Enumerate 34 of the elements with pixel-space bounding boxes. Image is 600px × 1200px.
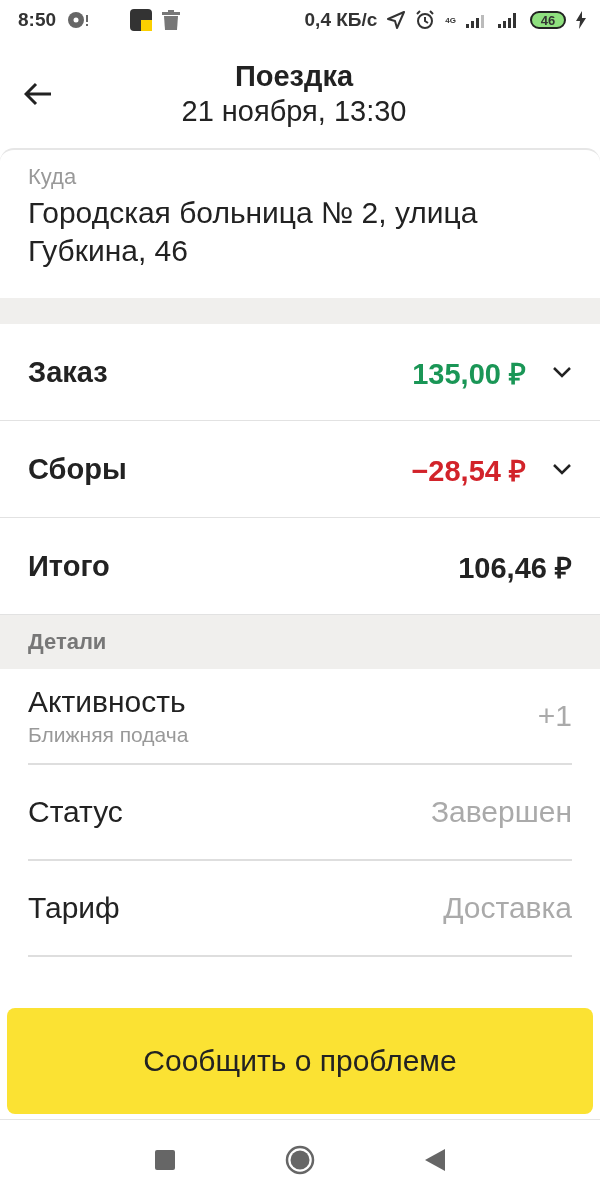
summary-amount: −28,54 ₽ xyxy=(411,453,526,489)
time: 8:50 xyxy=(18,9,57,31)
summary-amount: 135,00 ₽ xyxy=(412,356,526,392)
lightning-icon xyxy=(576,11,586,29)
summary-amount: 106,46 ₽ xyxy=(458,550,572,586)
summary-row[interactable]: Сборы −28,54 ₽ xyxy=(0,421,600,518)
report-problem-button[interactable]: Сообщить о проблеме xyxy=(7,1008,593,1114)
detail-value: Доставка xyxy=(443,891,572,925)
trip-date: 21 ноября, 13:30 xyxy=(181,95,407,128)
section-title: Детали xyxy=(28,629,107,655)
detail-label: Статус xyxy=(28,795,124,829)
network-speed: 0,4 КБ/с xyxy=(304,9,378,31)
page-title: Поездка xyxy=(234,60,354,93)
network-type: 4G xyxy=(445,15,456,25)
trash-icon xyxy=(162,10,181,30)
detail-label: Активность xyxy=(28,685,187,719)
summary-label: Сборы xyxy=(28,452,128,486)
destination-label: Куда xyxy=(28,164,78,190)
back-icon[interactable] xyxy=(425,1149,445,1171)
detail-label: Тариф xyxy=(28,891,121,925)
alarm-icon xyxy=(415,10,436,30)
location-arrow-icon xyxy=(387,11,406,29)
disc-icon xyxy=(66,10,91,30)
summary-row[interactable]: Заказ 135,00 ₽ xyxy=(0,324,600,421)
summary-label: Заказ xyxy=(28,355,109,389)
home-icon[interactable] xyxy=(285,1145,315,1175)
battery-icon: 46 xyxy=(530,11,566,29)
detail-value: Завершен xyxy=(430,795,572,829)
summary-label: Итого xyxy=(28,549,111,583)
destination-address: Городская больница № 2, улица Губкина, 46 xyxy=(28,195,479,269)
detail-sublabel: Ближняя подача xyxy=(28,723,190,747)
back-arrow-icon[interactable] xyxy=(24,82,52,106)
detail-value: +1 xyxy=(537,699,572,733)
app-icon xyxy=(130,9,153,31)
